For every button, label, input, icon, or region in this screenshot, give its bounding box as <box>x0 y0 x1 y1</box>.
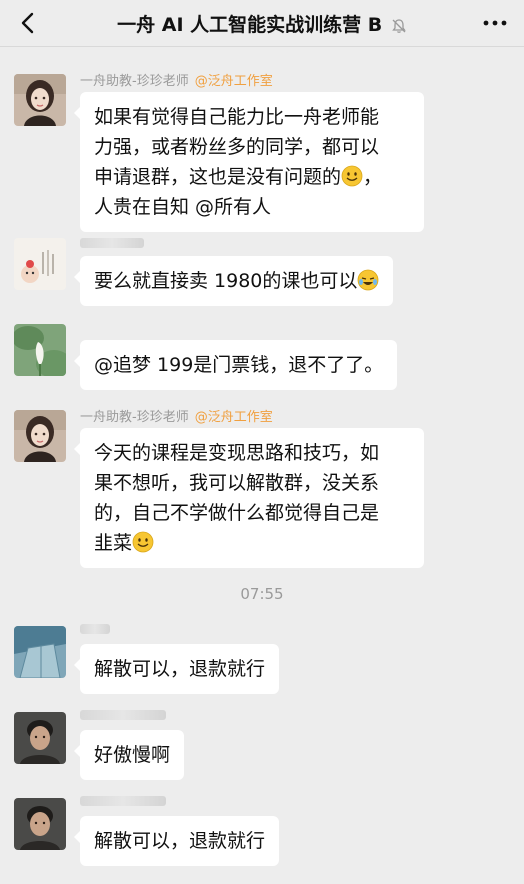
message-bubble[interactable]: 解散可以，退款就行 <box>73 816 280 866</box>
chevron-left-icon <box>21 12 34 34</box>
avatar[interactable] <box>14 626 66 678</box>
message-line: 果不想听，我可以解散群，没关系 <box>94 472 380 494</box>
timestamp: 07:55 <box>240 585 284 603</box>
avatar[interactable] <box>14 324 66 376</box>
message-bubble[interactable]: 好傲慢啊 <box>73 730 185 780</box>
avatar[interactable] <box>14 798 66 850</box>
sender-tag: @泛舟工作室 <box>194 410 273 425</box>
smile-emoji-icon <box>341 165 363 187</box>
more-button[interactable] <box>480 10 510 36</box>
message-bubble[interactable]: 今天的课程是变现思路和技巧，如 果不想听，我可以解散群，没关系 的，自己不学做什… <box>74 428 424 568</box>
message-line: 韭菜 <box>94 528 410 558</box>
message-bubble[interactable]: 要么就直接卖 1980的课也可以 <box>73 256 394 306</box>
sender-name: 一舟助教-珍珍老师 @泛舟工作室 <box>80 74 273 89</box>
smile-emoji-icon <box>132 531 154 553</box>
message-line: 申请退群，这也是没有问题的 ， <box>94 165 383 188</box>
avatar[interactable] <box>14 74 66 126</box>
message-line: 的，自己不学做什么都觉得自己是 <box>94 502 380 524</box>
message-line: 力强，或者粉丝多的同学，都可以 <box>94 136 380 158</box>
chat-header: 一舟 AI 人工智能实战训练营 B <box>0 0 524 47</box>
message-bubble[interactable]: @追梦 199是门票钱，退不了了。 <box>73 340 398 390</box>
message-bubble[interactable]: 如果有觉得自己能力比一舟老师能 力强，或者粉丝多的同学，都可以 申请退群，这也是… <box>74 92 424 232</box>
bell-off-icon <box>392 18 406 33</box>
sender-name-blurred <box>80 710 166 720</box>
back-button[interactable] <box>10 6 44 40</box>
avatar[interactable] <box>14 238 66 290</box>
message-bubble[interactable]: 解散可以，退款就行 <box>73 644 280 694</box>
avatar[interactable] <box>14 410 66 462</box>
sender-name-blurred <box>80 624 110 634</box>
laughing-tears-emoji-icon <box>358 269 379 291</box>
sender-tag: @泛舟工作室 <box>194 74 273 89</box>
chat-title-wrap: 一舟 AI 人工智能实战训练营 B <box>70 10 454 37</box>
sender-name: 一舟助教-珍珍老师 @泛舟工作室 <box>80 410 273 425</box>
message-line: 人贵在自知 @所有人 <box>94 196 272 218</box>
sender-name-blurred <box>80 238 144 248</box>
message-line: 今天的课程是变现思路和技巧，如 <box>94 442 380 464</box>
sender-name-blurred <box>80 796 166 806</box>
avatar[interactable] <box>14 712 66 764</box>
chat-title: 一舟 AI 人工智能实战训练营 B <box>117 14 383 36</box>
ellipsis-icon <box>483 20 507 26</box>
message-line: 如果有觉得自己能力比一舟老师能 <box>94 106 380 128</box>
